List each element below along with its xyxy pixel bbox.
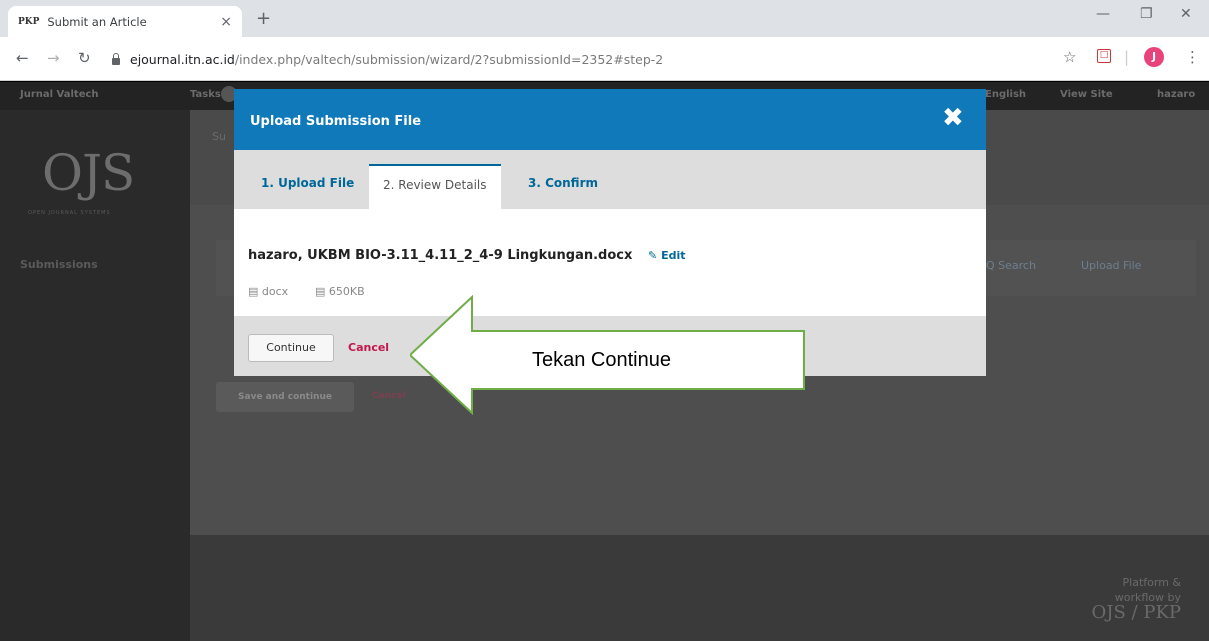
edit-link[interactable]: ✎ Edit [648,249,685,262]
sidebar-item-submissions[interactable]: Submissions [20,258,98,271]
cancel-button[interactable]: Cancel [348,341,389,354]
file-size-label: 650KB [328,285,365,298]
tab-confirm[interactable]: 3. Confirm [528,176,598,190]
minimize-icon[interactable]: — [1096,6,1110,22]
browser-tab[interactable]: PKP Submit an Article × [8,6,242,37]
file-size: ▤ 650KB [315,285,365,298]
tab-upload-file[interactable]: 1. Upload File [261,176,354,190]
tab-title: Submit an Article [47,14,147,29]
ojs-sidebar: OJS OPEN JOURNAL SYSTEMS Submissions [0,110,190,641]
ojs-pkp-logo: OJS / PKP [1091,602,1181,623]
wizard-tabs: 1. Upload File 2. Review Details 3. Conf… [234,150,986,209]
window-close-icon[interactable]: ✕ [1180,6,1192,22]
tasks-link[interactable]: Tasks [190,89,221,100]
reload-icon[interactable]: ↻ [78,49,91,67]
tab-close-icon[interactable]: × [220,14,232,30]
size-icon: ▤ [315,285,326,298]
pencil-icon: ✎ [648,249,658,262]
upload-file-link[interactable]: Upload File [1081,259,1141,272]
pkp-favicon-icon: PKP [18,16,40,27]
journal-name[interactable]: Jurnal Valtech [20,89,99,100]
modal-header: Upload Submission File ✖ [234,89,986,150]
tab-review-details[interactable]: 2. Review Details [369,164,501,209]
file-type-label: docx [261,285,289,298]
ojs-logo-subtitle: OPEN JOURNAL SYSTEMS [28,210,111,216]
language-link[interactable]: English [985,89,1026,100]
bookmark-star-icon[interactable]: ☆ [1063,48,1076,66]
ojs-footer [190,535,1209,641]
document-icon: ▤ [248,285,259,298]
continue-button[interactable]: Continue [248,334,334,362]
ojs-logo: OJS [42,144,135,202]
modal-title: Upload Submission File [250,114,422,129]
close-icon[interactable]: ✖ [942,103,964,133]
page-cancel-link[interactable]: Cancel [372,391,406,401]
url-host: ejournal.itn.ac.id [130,51,235,67]
edit-label: Edit [661,249,686,262]
file-name: hazaro, UKBM BIO-3.11_4.11_2_4-9 Lingkun… [248,248,633,263]
toolbar-divider: | [1124,48,1130,66]
kebab-menu-icon[interactable]: ⋮ [1185,48,1200,66]
save-and-continue-button[interactable]: Save and continue [216,382,354,412]
lock-icon [112,52,120,65]
file-type: ▤ docx [248,285,288,298]
view-site-link[interactable]: View Site [1060,89,1113,100]
address-bar[interactable]: ejournal.itn.ac.id/index.php/valtech/sub… [112,45,1162,73]
browser-tabstrip: PKP Submit an Article × + — ❐ ✕ [0,0,1209,37]
user-menu[interactable]: hazaro [1157,89,1195,100]
platform-line-1: Platform & [1122,576,1181,589]
search-link[interactable]: Q Search [986,259,1036,272]
browser-toolbar: ← → ↻ ejournal.itn.ac.id/index.php/valte… [0,37,1209,81]
url-path: /index.php/valtech/submission/wizard/2?s… [234,51,664,67]
profile-avatar[interactable]: J [1144,47,1164,67]
maximize-icon[interactable]: ❐ [1140,6,1153,22]
new-tab-icon[interactable]: + [256,8,271,29]
platform-credit: Platform & workflow by OJS / PKP [1091,575,1181,623]
page-title: Su [212,130,226,143]
extension-icon[interactable]: □ [1097,49,1111,63]
forward-icon[interactable]: → [47,49,60,67]
back-icon[interactable]: ← [16,49,29,67]
callout-text: Tekan Continue [532,349,671,371]
